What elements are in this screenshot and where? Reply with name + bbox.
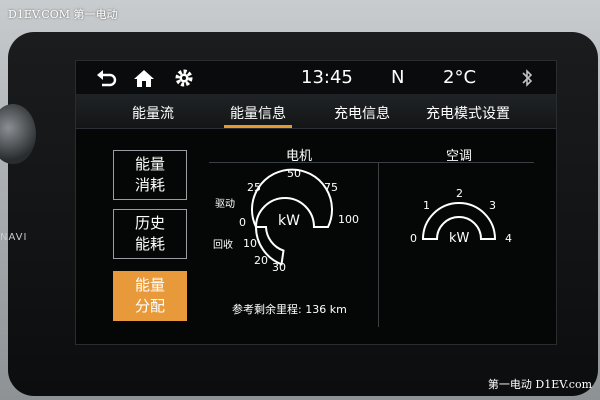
navi-label: NAVI (0, 232, 28, 243)
drive-label: 驱动 (215, 199, 235, 210)
ac-tick: 2 (456, 187, 463, 200)
watermark-top: D1EV.COM 第一电动 (8, 8, 118, 21)
motor-tick: 50 (287, 167, 301, 180)
watermark-bottom: 第一电动 D1EV.com (487, 378, 592, 391)
motor-tick: 75 (324, 181, 338, 194)
motor-tick: 10 (243, 237, 257, 250)
volume-knob[interactable] (0, 104, 36, 164)
motor-tick: 30 (272, 261, 286, 274)
ac-unit: kW (449, 231, 470, 246)
motor-tick: 25 (247, 181, 261, 194)
regen-label: 回收 (213, 240, 233, 251)
motor-tick: 0 (239, 216, 246, 229)
ac-tick: 4 (505, 232, 512, 245)
ac-tick: 0 (410, 232, 417, 245)
infotainment-screen: 13:45 N 2°C 能量流 能量信息 充电信息 充电模式设置 能量 消耗 历史… (75, 60, 557, 345)
motor-unit: kW (278, 213, 300, 229)
motor-tick: 100 (338, 213, 359, 226)
motor-tick: 20 (254, 254, 268, 267)
remaining-range: 参考剩余里程: 136 km (232, 303, 347, 316)
ac-tick: 1 (423, 199, 430, 212)
ac-tick: 3 (489, 199, 496, 212)
